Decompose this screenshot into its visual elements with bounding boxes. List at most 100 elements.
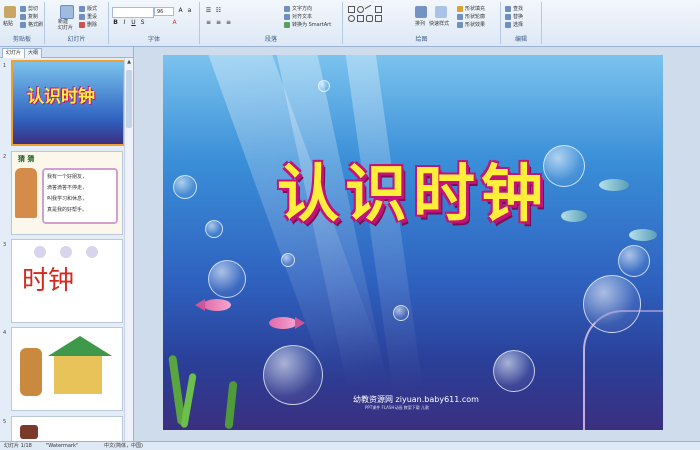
smartart-button[interactable]: 转换为 SmartArt	[284, 21, 331, 28]
delete-slide-button[interactable]: 删除	[79, 21, 97, 28]
arrow-shape-icon[interactable]	[357, 15, 364, 22]
panel-scrollbar[interactable]: ▲	[124, 58, 133, 441]
font-name-field[interactable]	[112, 7, 154, 18]
bubble	[208, 260, 246, 298]
bubble	[281, 253, 295, 267]
fill-icon	[457, 5, 463, 12]
pink-fish-tail	[295, 317, 305, 329]
star-shape-icon[interactable]	[375, 15, 382, 22]
smartart-icon	[284, 21, 290, 28]
font-size-field[interactable]: 96	[154, 7, 174, 16]
slide-number: 4	[3, 330, 7, 336]
replace-button[interactable]: 替换	[505, 13, 523, 20]
reset-button[interactable]: 重设	[79, 13, 97, 20]
layout-icon	[79, 5, 85, 12]
quick-styles-button[interactable]: 快速样式	[429, 20, 449, 27]
slide-title[interactable]: 认识时钟	[163, 143, 663, 233]
text-direction-button[interactable]: 文字方向	[284, 5, 312, 12]
bubble	[393, 305, 409, 321]
oval-shape-icon[interactable]	[357, 6, 364, 13]
clipboard-group: 粘贴 剪切 复制 格式刷 剪贴板	[0, 2, 45, 44]
textbox-shape-icon[interactable]	[375, 6, 382, 13]
slide-thumbnail-4[interactable]	[11, 327, 123, 411]
bullets-icon[interactable]: ☰	[205, 7, 212, 14]
shape-outline-button[interactable]: 形状轮廓	[457, 13, 485, 20]
select-button[interactable]: 选择	[505, 21, 523, 28]
shape-effects-button[interactable]: 形状效果	[457, 21, 485, 28]
tab-slides[interactable]: 幻灯片	[2, 48, 26, 58]
paste-icon[interactable]	[4, 6, 16, 18]
slide-thumbnail-2[interactable]: 猜 猜 我有一个好朋友， 滴答滴答不停走， 叫我学习和休息， 真是我的好帮手。	[11, 151, 123, 235]
bubble	[618, 245, 650, 277]
group-label: 字体	[147, 36, 160, 43]
underline-icon[interactable]: U	[130, 19, 137, 26]
slide-number: 2	[3, 154, 7, 160]
slides-group: 新建 幻灯片 版式 重设 删除 幻灯片	[45, 2, 109, 44]
slide-number: 3	[3, 242, 7, 248]
slide-thumbnail-5[interactable]	[11, 416, 123, 443]
align-text-button[interactable]: 对齐文本	[284, 13, 312, 20]
bold-icon[interactable]: B	[112, 19, 119, 26]
italic-icon[interactable]: I	[121, 19, 128, 26]
pink-fish	[203, 299, 231, 311]
circle-shape-icon[interactable]	[348, 15, 355, 22]
align-center-icon[interactable]: ≡	[215, 19, 222, 26]
slide-thumbnail-3[interactable]: 时钟	[11, 239, 123, 323]
replace-icon	[505, 13, 511, 20]
numbering-icon[interactable]: ☷	[215, 7, 222, 14]
group-label: 段落	[264, 36, 277, 43]
slide-number: 5	[3, 419, 7, 425]
slide-editor: 认识时钟 幼教资源网 ziyuan.baby611.com PPT课件 FLAS…	[134, 47, 700, 441]
scrollbar-thumb[interactable]	[126, 70, 132, 128]
find-icon	[505, 5, 511, 12]
house-illustration	[54, 354, 102, 394]
layout-button[interactable]: 版式	[79, 5, 97, 12]
boy-illustration	[20, 348, 42, 396]
scroll-up-icon[interactable]: ▲	[126, 59, 132, 66]
find-button[interactable]: 查找	[505, 5, 523, 12]
slide-number: 1	[3, 63, 7, 69]
watermark: 幼教资源网 ziyuan.baby611.com PPT课件 FLASH动画 教…	[353, 394, 479, 411]
group-label: 幻灯片	[67, 36, 86, 43]
thumb-title: 时钟	[22, 266, 75, 296]
font-color-icon[interactable]: A	[171, 19, 178, 26]
format-painter-button[interactable]: 格式刷	[20, 21, 43, 28]
slide-thumbnail-1[interactable]: 认识时钟	[11, 60, 125, 146]
align-text-icon	[284, 13, 290, 20]
shape-fill-button[interactable]: 形状填充	[457, 5, 485, 12]
quick-styles-icon[interactable]	[435, 6, 447, 18]
thumb-title: 猜 猜	[18, 155, 35, 163]
house-roof	[48, 336, 112, 356]
seaweed	[224, 380, 238, 430]
arrange-icon[interactable]	[415, 6, 427, 18]
grow-font-icon[interactable]: A	[177, 7, 184, 14]
reset-icon	[79, 13, 85, 20]
panel-tabs: 幻灯片 大纲	[0, 47, 133, 58]
decor-dot	[60, 246, 72, 258]
arrange-button[interactable]: 排列	[415, 20, 425, 27]
slides-panel: 幻灯片 大纲 1 认识时钟 2 猜 猜 我有一个好朋友， 滴答滴答不停走， 叫我…	[0, 47, 134, 443]
new-slide-icon[interactable]	[60, 5, 74, 19]
text-direction-icon	[284, 5, 290, 12]
line-shape-icon[interactable]	[364, 4, 375, 15]
strikethrough-icon[interactable]: S	[139, 19, 146, 26]
cut-button[interactable]: 剪切	[20, 5, 38, 12]
rounded-rect-shape-icon[interactable]	[366, 15, 373, 22]
riddle-line: 我有一个好朋友，	[47, 174, 88, 180]
decor-dot	[34, 246, 46, 258]
brush-icon	[20, 21, 26, 28]
group-label: 编辑	[514, 36, 527, 43]
tab-outline[interactable]: 大纲	[24, 48, 43, 58]
select-icon	[505, 21, 511, 28]
copy-button[interactable]: 复制	[20, 13, 38, 20]
editing-group: 查找 替换 选择 编辑	[501, 2, 542, 44]
current-slide[interactable]: 认识时钟 幼教资源网 ziyuan.baby611.com PPT课件 FLAS…	[163, 55, 663, 430]
align-right-icon[interactable]: ≡	[225, 19, 232, 26]
rectangle-shape-icon[interactable]	[348, 6, 355, 13]
shrink-font-icon[interactable]: a	[186, 7, 193, 14]
new-slide-button[interactable]: 新建 幻灯片	[58, 19, 73, 31]
riddle-line: 真是我的好帮手。	[47, 207, 88, 213]
coral	[583, 310, 663, 430]
align-left-icon[interactable]: ≡	[205, 19, 212, 26]
paste-button[interactable]: 粘贴	[3, 20, 13, 27]
